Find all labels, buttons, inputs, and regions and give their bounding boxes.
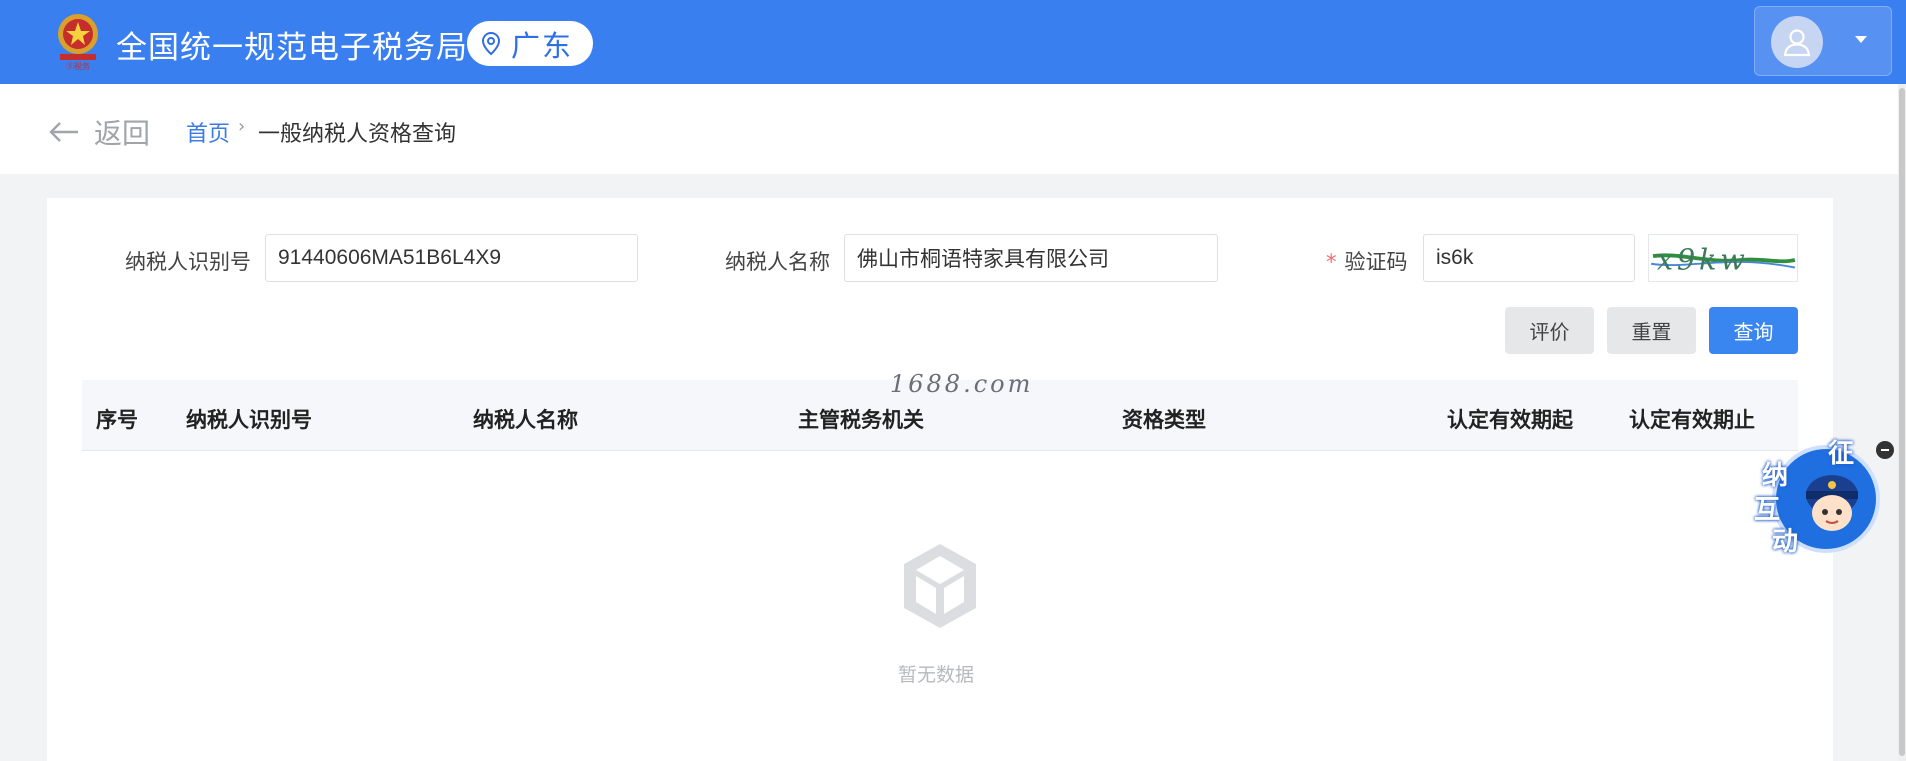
column-header-valid-to: 认定有效期止 [1629, 408, 1755, 432]
taxpayer-id-input[interactable] [265, 234, 638, 282]
captcha-image[interactable]: x9kw [1648, 234, 1798, 282]
arrow-left-icon [49, 122, 78, 142]
taxpayer-id-label: 纳税人识别号 [125, 250, 251, 274]
column-header-valid-from: 认定有效期起 [1447, 408, 1573, 432]
chevron-down-icon[interactable] [1855, 36, 1867, 43]
reset-button[interactable]: 重置 [1607, 307, 1696, 354]
column-header-taxpayer-id: 纳税人识别号 [186, 408, 312, 432]
column-header-tax-authority: 主管税务机关 [798, 408, 924, 432]
user-icon [1783, 29, 1811, 57]
column-header-taxpayer-name: 纳税人名称 [473, 408, 578, 432]
back-button[interactable]: 返回 [48, 112, 150, 152]
widget-char-4: 动 [1772, 527, 1799, 557]
captcha-label: * 验证码 [1326, 246, 1408, 276]
query-button[interactable]: 查询 [1709, 307, 1798, 354]
scrollbar-thumb[interactable] [1899, 88, 1905, 756]
tax-emblem-logo: Ⓢ税务 [58, 14, 98, 71]
close-icon[interactable] [1876, 441, 1894, 459]
app-title: 全国统一规范电子税务局 [116, 30, 468, 66]
breadcrumb-separator: › [238, 116, 246, 137]
region-selector[interactable]: 广东 [467, 21, 593, 66]
empty-state-text: 暂无数据 [898, 664, 975, 686]
widget-char-2: 纳 [1762, 461, 1789, 491]
required-mark: * [1326, 250, 1337, 274]
location-pin-icon [481, 31, 501, 55]
column-header-index: 序号 [96, 408, 138, 432]
svg-text:Ⓢ税务: Ⓢ税务 [66, 61, 90, 71]
interaction-widget[interactable]: 征 纳 互 动 [1750, 433, 1880, 557]
taxpayer-name-input[interactable] [844, 234, 1218, 282]
breadcrumb-current: 一般纳税人资格查询 [258, 122, 457, 147]
evaluate-button[interactable]: 评价 [1505, 307, 1594, 354]
breadcrumb-home-link[interactable]: 首页 [186, 116, 230, 148]
column-header-qualification-type: 资格类型 [1122, 408, 1206, 432]
captcha-input[interactable] [1423, 234, 1635, 282]
top-header: Ⓢ税务 全国统一规范电子税务局 广东 [0, 0, 1906, 84]
avatar [1771, 16, 1823, 68]
svg-text:x9kw: x9kw [1657, 243, 1749, 277]
captcha-label-text: 验证码 [1344, 250, 1408, 274]
user-menu[interactable] [1754, 6, 1892, 76]
widget-char-1: 征 [1828, 439, 1855, 469]
taxpayer-name-label: 纳税人名称 [725, 250, 830, 274]
back-label: 返回 [94, 117, 151, 150]
empty-box-icon [904, 544, 976, 628]
watermark: 1688.com [890, 370, 1034, 398]
region-label: 广东 [511, 28, 574, 63]
